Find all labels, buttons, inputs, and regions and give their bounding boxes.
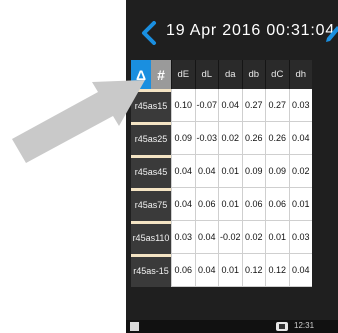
column-header-da: da bbox=[218, 60, 242, 89]
row-label: r45as110 bbox=[131, 221, 171, 254]
table-cell: 0.09 bbox=[265, 155, 289, 188]
table-cell: 0.04 bbox=[171, 155, 195, 188]
table-header-row: Δ # dE dL da db dC dh bbox=[131, 60, 338, 89]
table-cell: 0.04 bbox=[194, 155, 218, 188]
table-cell: 0.04 bbox=[194, 254, 218, 287]
table-row[interactable]: r45as75 0.04 0.06 0.01 0.06 0.06 0.01 bbox=[131, 188, 338, 221]
row-label: r45as45 bbox=[131, 155, 171, 188]
table-cell: 0.04 bbox=[218, 89, 242, 122]
status-time: 12:31 bbox=[294, 321, 315, 330]
table-cell: 0.03 bbox=[171, 221, 195, 254]
column-header-db: db bbox=[241, 60, 265, 89]
phone-screen: 19 Apr 2016 00:31:04 Δ # dE dL da db dC … bbox=[126, 0, 338, 333]
table-row[interactable]: r45as-15 0.06 0.04 0.01 0.12 0.12 0.04 bbox=[131, 254, 338, 287]
table-cell: -0.03 bbox=[194, 122, 218, 155]
table-cell: 0.02 bbox=[218, 122, 242, 155]
table-cell: 0.04 bbox=[194, 221, 218, 254]
column-header-de: dE bbox=[171, 60, 195, 89]
table-cell: -0.02 bbox=[218, 221, 242, 254]
table-cell: 0.06 bbox=[241, 188, 265, 221]
table-cell: 0.10 bbox=[171, 89, 195, 122]
column-header-dl: dL bbox=[194, 60, 218, 89]
table-cell: 0.02 bbox=[241, 221, 265, 254]
back-chevron-icon[interactable] bbox=[140, 21, 158, 45]
table-cell: 0.03 bbox=[288, 221, 312, 254]
row-label: r45as15 bbox=[131, 89, 171, 122]
column-header-dc: dC bbox=[265, 60, 289, 89]
status-bar: 12:31 bbox=[126, 320, 338, 333]
pencil-icon[interactable] bbox=[324, 23, 338, 43]
table-cell: 0.26 bbox=[265, 122, 289, 155]
top-bar: 19 Apr 2016 00:31:04 bbox=[126, 18, 338, 48]
app-icon bbox=[130, 322, 139, 331]
table-cell: 0.06 bbox=[265, 188, 289, 221]
tab-absolute[interactable]: # bbox=[151, 60, 171, 89]
table-row[interactable]: r45as45 0.04 0.04 0.01 0.09 0.09 0.02 bbox=[131, 155, 338, 188]
tab-delta[interactable]: Δ bbox=[131, 60, 151, 89]
table-cell: 0.01 bbox=[218, 254, 242, 287]
row-label: r45as25 bbox=[131, 122, 171, 155]
table-cell: 0.04 bbox=[288, 122, 312, 155]
table-cell: 0.03 bbox=[288, 89, 312, 122]
table-cell: 0.09 bbox=[171, 122, 195, 155]
table-row[interactable]: r45as15 0.10 -0.07 0.04 0.27 0.27 0.03 bbox=[131, 89, 338, 122]
table-cell: 0.09 bbox=[241, 155, 265, 188]
table-cell: 0.26 bbox=[241, 122, 265, 155]
table-cell: 0.01 bbox=[218, 188, 242, 221]
column-header-dh: dh bbox=[288, 60, 312, 89]
table-cell: -0.07 bbox=[194, 89, 218, 122]
page-title: 19 Apr 2016 00:31:04 bbox=[166, 22, 336, 39]
table-cell: 0.27 bbox=[241, 89, 265, 122]
table-cell: 0.27 bbox=[265, 89, 289, 122]
notification-icon bbox=[276, 322, 288, 331]
table-cell: 0.06 bbox=[194, 188, 218, 221]
row-label: r45as75 bbox=[131, 188, 171, 221]
table-row[interactable]: r45as110 0.03 0.04 -0.02 0.02 0.01 0.03 bbox=[131, 221, 338, 254]
table-cell: 0.06 bbox=[171, 254, 195, 287]
table-cell: 0.02 bbox=[288, 155, 312, 188]
table-cell: 0.12 bbox=[265, 254, 289, 287]
table-cell: 0.01 bbox=[218, 155, 242, 188]
table-cell: 0.04 bbox=[171, 188, 195, 221]
row-label: r45as-15 bbox=[131, 254, 171, 287]
measurement-table: Δ # dE dL da db dC dh r45as15 0.10 -0.07… bbox=[131, 60, 338, 287]
table-cell: 0.04 bbox=[288, 254, 312, 287]
table-cell: 0.12 bbox=[241, 254, 265, 287]
table-cell: 0.01 bbox=[265, 221, 289, 254]
table-row[interactable]: r45as25 0.09 -0.03 0.02 0.26 0.26 0.04 bbox=[131, 122, 338, 155]
table-cell: 0.01 bbox=[288, 188, 312, 221]
